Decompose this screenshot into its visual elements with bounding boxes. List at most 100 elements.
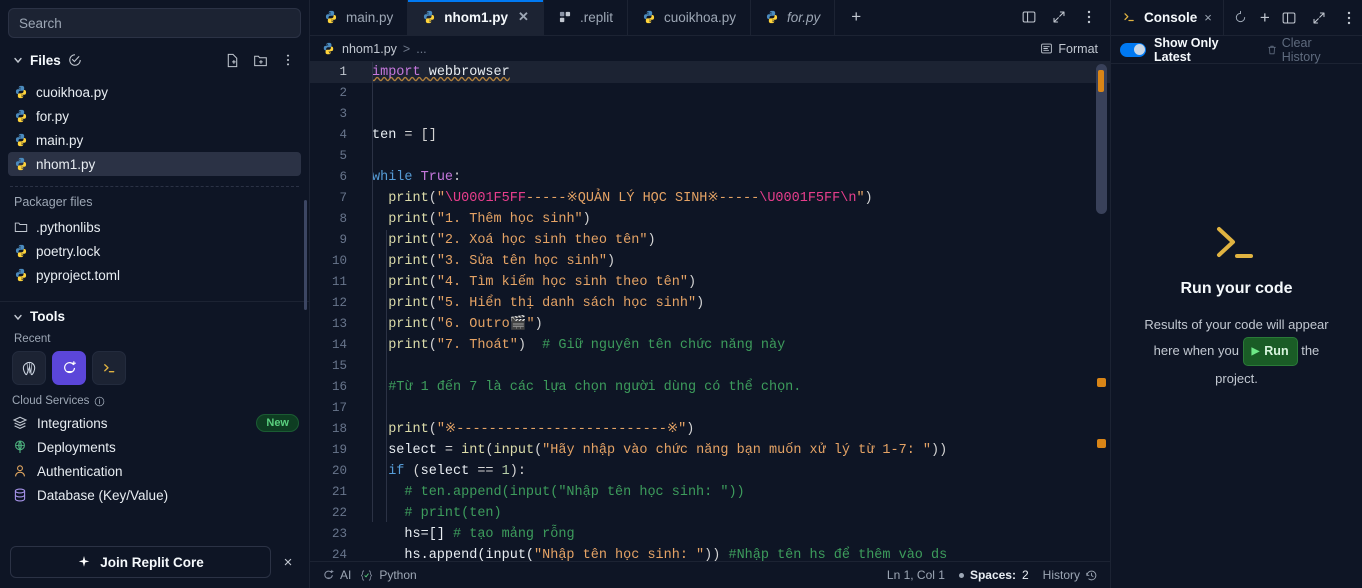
code-lines[interactable]: 1 import webbrowser 2 3 4 ten = [] 5 6 while Tru…: [310, 62, 1110, 561]
tools-section-header[interactable]: Tools: [0, 302, 309, 331]
code-line[interactable]: 23 hs=[] # tạo mảng rỗng: [310, 524, 1110, 545]
code-line[interactable]: 5: [310, 146, 1110, 167]
code-token: (: [428, 233, 437, 249]
more-vertical-icon[interactable]: [1076, 4, 1102, 30]
info-icon[interactable]: [94, 396, 105, 407]
code-line[interactable]: 13 print("6. Outro🎬"): [310, 314, 1110, 335]
clear-history-button[interactable]: Clear History: [1266, 36, 1353, 64]
file-item-main[interactable]: main.py: [8, 128, 301, 152]
code-token: (: [428, 422, 437, 438]
code-token: ": [856, 191, 865, 207]
sidebar-scrollbar[interactable]: [304, 200, 307, 310]
new-folder-button[interactable]: [249, 49, 271, 71]
search-input[interactable]: Search: [8, 8, 301, 38]
breadcrumb-ellipsis[interactable]: ...: [416, 42, 426, 56]
code-line[interactable]: 22 # print(ten): [310, 503, 1110, 524]
tab-main-py[interactable]: main.py: [310, 0, 409, 35]
code-editor[interactable]: 1 import webbrowser 2 3 4 ten = [] 5 6 while Tru…: [310, 62, 1110, 562]
code-line[interactable]: 14 print("7. Thoát") # Giữ nguyên tên ch…: [310, 335, 1110, 356]
code-line[interactable]: 15: [310, 356, 1110, 377]
code-line[interactable]: 16 #Từ 1 đến 7 là các lựa chọn người dùn…: [310, 377, 1110, 398]
code-line[interactable]: 7 print("\U0001F5FF-----※QUẢN LÝ HỌC SIN…: [310, 188, 1110, 209]
show-only-latest-toggle[interactable]: [1120, 42, 1146, 57]
close-icon[interactable]: ×: [1204, 10, 1212, 25]
breadcrumb-file[interactable]: nhom1.py: [342, 42, 397, 56]
restart-icon[interactable]: [1230, 7, 1252, 29]
code-line[interactable]: 2: [310, 83, 1110, 104]
tab-replit-config[interactable]: .replit: [544, 0, 628, 35]
tab-label: .replit: [579, 9, 613, 25]
packager-item-pythonlibs[interactable]: .pythonlibs: [8, 215, 301, 239]
tab-nhom1-py[interactable]: nhom1.py ✕: [408, 0, 544, 35]
add-console-button[interactable]: +: [1254, 7, 1276, 29]
code-token: # Giữ nguyên tên chức năng này: [525, 338, 786, 354]
code-line[interactable]: 10 print("3. Sửa tên học sinh"): [310, 251, 1110, 272]
run-button[interactable]: ▶ Run: [1242, 336, 1298, 366]
cloud-item-deployments[interactable]: Deployments: [0, 435, 309, 459]
ai-status-button[interactable]: AI: [322, 568, 351, 582]
file-label: nhom1.py: [36, 156, 96, 172]
breadcrumb: nhom1.py > ... Format: [310, 36, 1110, 63]
code-token: ): [582, 212, 591, 228]
more-vertical-icon[interactable]: [1336, 5, 1362, 31]
code-line[interactable]: 6 while True:: [310, 167, 1110, 188]
code-line[interactable]: 11 print("4. Tìm kiếm học sinh theo tên"…: [310, 272, 1110, 293]
file-item-nhom1[interactable]: nhom1.py: [8, 152, 301, 176]
console-pane: Console × + Show Only Latest Clear Histo…: [1110, 0, 1362, 588]
packager-item-pyproject-toml[interactable]: pyproject.toml: [8, 263, 301, 287]
close-icon[interactable]: ×: [277, 551, 299, 573]
code-text: # ten.append(input("Nhập tên học sinh: "…: [358, 482, 1110, 503]
code-line[interactable]: 4 ten = []: [310, 125, 1110, 146]
cloud-item-authentication[interactable]: Authentication: [0, 459, 309, 483]
tabbar-actions: [1016, 0, 1110, 35]
code-line[interactable]: 9 print("2. Xoá học sinh theo tên"): [310, 230, 1110, 251]
history-clock-icon: [1085, 569, 1098, 582]
code-token: \n: [840, 191, 857, 207]
code-line[interactable]: 3: [310, 104, 1110, 125]
code-token: # ten.append(input("Nhập tên học sinh: "…: [372, 485, 745, 501]
expand-icon[interactable]: [1046, 4, 1072, 30]
replit-ai-tool-icon[interactable]: [52, 351, 86, 385]
file-item-for[interactable]: for.py: [8, 104, 301, 128]
packager-label: .pythonlibs: [36, 219, 101, 235]
code-token: (: [485, 443, 494, 459]
more-vertical-icon[interactable]: [277, 49, 299, 71]
tab-console[interactable]: Console ×: [1111, 0, 1224, 35]
split-pane-icon[interactable]: [1016, 4, 1042, 30]
tab-cuoikhoa-py[interactable]: cuoikhoa.py: [628, 0, 752, 35]
history-button[interactable]: History: [1043, 568, 1098, 582]
tab-for-py[interactable]: for.py: [751, 0, 836, 35]
console-tool-icon[interactable]: [92, 351, 126, 385]
split-pane-icon[interactable]: [1276, 5, 1302, 31]
close-icon[interactable]: ✕: [518, 9, 529, 25]
line-number: 5: [339, 149, 347, 164]
file-item-cuoikhoa[interactable]: cuoikhoa.py: [8, 80, 301, 104]
code-line[interactable]: 20 if (select == 1):: [310, 461, 1110, 482]
packager-item-poetry-lock[interactable]: poetry.lock: [8, 239, 301, 263]
code-token: ): [686, 422, 695, 438]
format-button[interactable]: Format: [1040, 42, 1098, 56]
new-file-button[interactable]: [221, 49, 243, 71]
code-line[interactable]: 24 hs.append(input("Nhập tên học sinh: "…: [310, 545, 1110, 561]
files-section-header[interactable]: Files: [0, 42, 309, 78]
indent-setting[interactable]: Spaces: 2: [958, 568, 1029, 582]
code-line[interactable]: 21 # ten.append(input("Nhập tên học sinh…: [310, 482, 1110, 503]
line-number: 6: [339, 170, 347, 185]
language-status[interactable]: Python: [359, 568, 417, 582]
code-token: ten: [372, 128, 397, 144]
code-line[interactable]: 19 select = int(input("Hãy nhập vào chức…: [310, 440, 1110, 461]
expand-icon[interactable]: [1306, 5, 1332, 31]
code-line[interactable]: 1 import webbrowser: [310, 62, 1110, 84]
console-text-part-2: here when you: [1153, 342, 1239, 358]
shell-tool-icon[interactable]: [12, 351, 46, 385]
console-empty-title: Run your code: [1180, 279, 1293, 297]
code-line[interactable]: 8 print("1. Thêm học sinh"): [310, 209, 1110, 230]
new-tab-button[interactable]: +: [835, 0, 877, 35]
code-line[interactable]: 12 print("5. Hiển thị danh sách học sinh…: [310, 293, 1110, 314]
code-line[interactable]: 18 print("※--------------------------※"): [310, 419, 1110, 440]
code-line[interactable]: 17: [310, 398, 1110, 419]
join-replit-core-button[interactable]: Join Replit Core: [10, 546, 271, 578]
cloud-item-database[interactable]: Database (Key/Value): [0, 483, 309, 507]
cloud-item-integrations[interactable]: Integrations New: [0, 411, 309, 435]
